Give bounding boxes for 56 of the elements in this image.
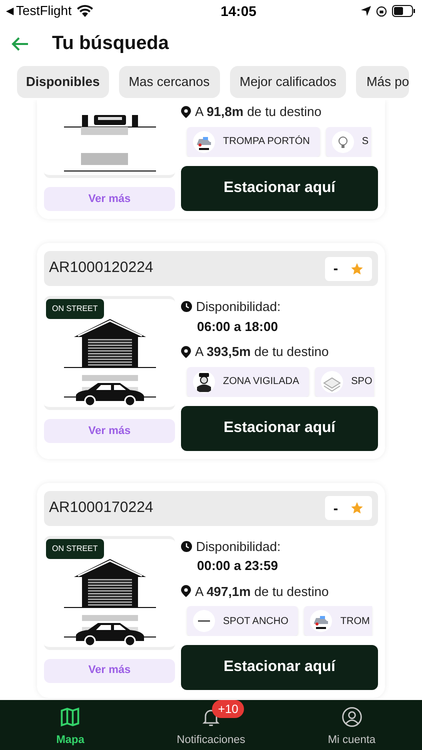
distance-text: A 497,1m de tu destino xyxy=(195,582,329,600)
feature-label: SPOT ANCHO xyxy=(223,614,288,628)
width-icon xyxy=(193,610,215,632)
clock-icon xyxy=(181,540,192,552)
spot-code: AR1000120224 xyxy=(49,258,154,278)
distance-text: A 393,5m de tu destino xyxy=(195,343,329,361)
rotation-lock-icon xyxy=(376,6,387,16)
star-icon xyxy=(350,262,364,276)
filter-chip[interactable]: Disponibles xyxy=(17,66,109,98)
feature-label: SPO xyxy=(351,375,372,389)
pin-icon xyxy=(181,346,191,358)
rating-value: - xyxy=(333,498,338,518)
see-more-button[interactable]: Ver más xyxy=(44,658,175,682)
nav-tab[interactable]: Mapa xyxy=(0,700,141,750)
on-street-badge: ON STREET xyxy=(46,299,104,319)
back-app-label[interactable]: TestFlight xyxy=(16,1,72,21)
park-here-button[interactable]: Estacionar aquí xyxy=(181,406,378,450)
clock-icon xyxy=(181,301,192,312)
user-icon xyxy=(340,706,363,728)
star-icon xyxy=(350,501,364,515)
map-icon xyxy=(59,706,82,728)
spot-code: AR1000170224 xyxy=(49,498,154,518)
nav-tab[interactable]: +10 Notificaciones xyxy=(140,700,282,750)
availability-label: Disponibilidad: xyxy=(196,538,281,556)
distance-text: A 91,8m de tu destino xyxy=(195,103,322,121)
bulb-icon xyxy=(332,130,354,152)
availability-hours: 06:00 a 18:00 xyxy=(197,318,279,336)
park-here-button[interactable]: Estacionar aquí xyxy=(181,166,378,210)
car-icon xyxy=(193,130,215,152)
guard-icon xyxy=(193,370,215,392)
clock-time: 14:05 xyxy=(220,2,258,20)
availability-hours: 00:00 a 23:59 xyxy=(197,557,279,575)
on-street-badge: ON STREET xyxy=(46,538,104,558)
feature-label: TROM xyxy=(340,614,370,628)
feature-label: ZONA VIGILADA xyxy=(223,375,300,389)
filter-chip[interactable]: Mejor calificados xyxy=(230,66,346,98)
stack-icon xyxy=(321,370,344,392)
availability-label: Disponibilidad: xyxy=(196,298,281,316)
pin-icon xyxy=(181,585,191,598)
page-title: Tu búsqueda xyxy=(52,32,169,56)
wifi-icon xyxy=(76,5,93,17)
car-icon xyxy=(310,610,332,632)
location-arrow-icon xyxy=(361,6,371,16)
nav-tab[interactable]: Mi cuenta xyxy=(281,700,422,750)
see-more-button[interactable]: Ver más xyxy=(44,187,175,211)
feature-label: S xyxy=(362,135,369,149)
park-here-button[interactable]: Estacionar aquí xyxy=(181,645,378,690)
notification-badge: +10 xyxy=(212,700,244,718)
feature-label: TROMPA PORTÓN xyxy=(223,134,310,149)
see-more-button[interactable]: Ver más xyxy=(44,419,175,443)
rating-value: - xyxy=(333,259,338,278)
filter-chip[interactable]: Más po xyxy=(356,66,410,98)
filter-chip[interactable]: Mas cercanos xyxy=(118,66,220,98)
pin-icon xyxy=(181,106,191,118)
battery-icon xyxy=(392,5,416,17)
back-glyph[interactable]: ◀ xyxy=(6,4,14,18)
